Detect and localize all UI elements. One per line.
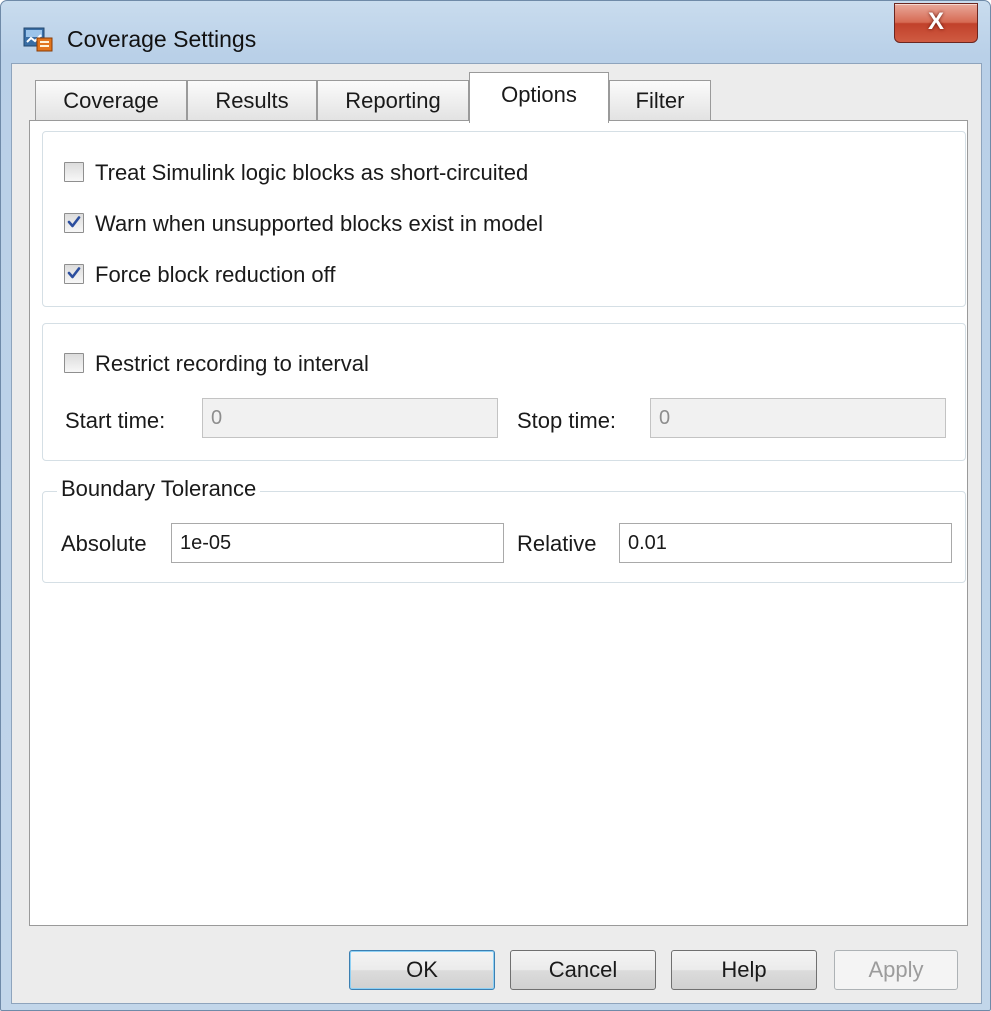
- absolute-label: Absolute: [61, 531, 147, 556]
- options-panel: Treat Simulink logic blocks as short-cir…: [29, 120, 968, 926]
- start-time-label: Start time:: [65, 408, 166, 433]
- options-group: Treat Simulink logic blocks as short-cir…: [42, 131, 966, 307]
- ok-button[interactable]: OK: [349, 950, 495, 990]
- stop-time-label: Stop time:: [517, 408, 617, 433]
- coverage-settings-dialog: Coverage Settings X Coverage Results Rep…: [0, 0, 991, 1011]
- restrict-interval-label: Restrict recording to interval: [95, 351, 369, 376]
- force-block-reduction-option[interactable]: Force block reduction off: [64, 262, 664, 292]
- force-block-reduction-checkbox[interactable]: [64, 264, 84, 284]
- interval-group: Restrict recording to interval Start tim…: [42, 323, 966, 461]
- stop-time-field[interactable]: 0: [650, 398, 946, 438]
- simulink-app-icon: [23, 27, 53, 52]
- dialog-body: Coverage Results Reporting Options Filte…: [11, 63, 982, 1004]
- absolute-tolerance-field[interactable]: 1e-05: [171, 523, 504, 563]
- tab-results[interactable]: Results: [187, 80, 317, 121]
- boundary-tolerance-group: Absolute 1e-05 Relative 0.01: [42, 491, 966, 583]
- warn-unsupported-label: Warn when unsupported blocks exist in mo…: [95, 211, 543, 236]
- window-title: Coverage Settings: [67, 26, 257, 52]
- relative-label: Relative: [517, 531, 597, 556]
- start-time-field[interactable]: 0: [202, 398, 498, 438]
- warn-unsupported-option[interactable]: Warn when unsupported blocks exist in mo…: [64, 211, 664, 241]
- short-circuit-label: Treat Simulink logic blocks as short-cir…: [95, 160, 529, 185]
- checkmark-icon: [67, 216, 81, 228]
- relative-tolerance-field[interactable]: 0.01: [619, 523, 952, 563]
- short-circuit-option[interactable]: Treat Simulink logic blocks as short-cir…: [64, 160, 664, 190]
- tab-coverage[interactable]: Coverage: [35, 80, 187, 121]
- apply-button[interactable]: Apply: [834, 950, 958, 990]
- warn-unsupported-checkbox[interactable]: [64, 213, 84, 233]
- tab-filter[interactable]: Filter: [609, 80, 711, 121]
- restrict-interval-option[interactable]: Restrict recording to interval: [64, 351, 564, 381]
- cancel-button[interactable]: Cancel: [510, 950, 656, 990]
- tab-reporting[interactable]: Reporting: [317, 80, 469, 121]
- boundary-tolerance-title: Boundary Tolerance: [57, 476, 261, 502]
- restrict-interval-checkbox[interactable]: [64, 353, 84, 373]
- force-block-reduction-label: Force block reduction off: [95, 262, 336, 287]
- short-circuit-checkbox[interactable]: [64, 162, 84, 182]
- tab-options[interactable]: Options: [469, 72, 609, 123]
- help-button[interactable]: Help: [671, 950, 817, 990]
- close-button[interactable]: X: [894, 3, 978, 43]
- title-bar[interactable]: Coverage Settings X: [1, 1, 990, 69]
- checkmark-icon: [67, 267, 81, 279]
